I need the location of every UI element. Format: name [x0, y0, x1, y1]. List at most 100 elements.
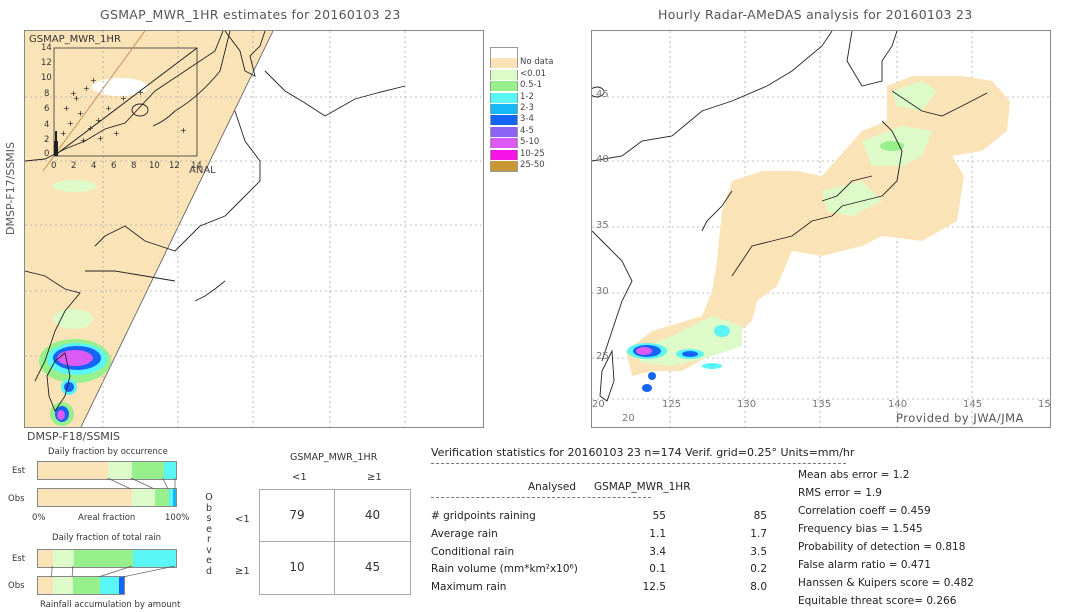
stats-row-model: 3.5: [750, 545, 767, 558]
connector-line: [71, 566, 74, 577]
left-map-title: GSMAP_MWR_1HR estimates for 20160103 23: [100, 7, 401, 22]
occurrence-x-right: 100%: [165, 513, 190, 523]
inset-x-tick: 2: [71, 161, 77, 171]
inset-y-tick: 6: [44, 104, 50, 114]
inset-y-tick: 0: [44, 149, 50, 159]
legend-swatch: [490, 115, 518, 126]
svg-text:+: +: [67, 119, 74, 128]
legend-label: 1-2: [520, 91, 534, 102]
lat-label-bottom: 20: [622, 413, 635, 424]
contingency-cell-hit: 45: [364, 560, 381, 574]
total-rain-obs-bar: [37, 576, 125, 595]
header-divider: [431, 463, 846, 464]
total-rain-obs-segment: [73, 577, 100, 594]
side-label-letter: r: [207, 534, 211, 545]
lon-label-145: 145: [963, 399, 983, 410]
contingency-cell-hit-none: 79: [289, 508, 305, 522]
connector-line: [51, 566, 53, 577]
contingency-row-label-lt1: <1: [235, 514, 250, 525]
score-item: RMS error = 1.9: [798, 487, 882, 499]
inset-x-tick: 6: [111, 161, 117, 171]
legend-label: 25-50: [520, 160, 545, 170]
inset-y-tick: 4: [44, 120, 50, 130]
svg-text:+: +: [83, 84, 90, 93]
connector-line: [107, 478, 131, 489]
legend-label: 3-4: [520, 114, 534, 125]
total-rain-obs-segment: [99, 577, 120, 594]
occurrence-est-segment: [38, 462, 109, 479]
stats-row-model: 8.0: [750, 581, 767, 594]
score-item: Hanssen & Kuipers score = 0.482: [798, 577, 974, 589]
connector-line: [122, 566, 176, 577]
lat-label-25: 25: [596, 351, 609, 362]
col-header-model: GSMAP_MWR_1HR: [594, 481, 691, 493]
side-label-letter: s: [206, 513, 212, 524]
contingency-col-label-ge1: ≥1: [367, 472, 382, 483]
legend-swatch: [490, 126, 518, 137]
stats-row-analysed: 12.5: [642, 581, 666, 594]
inset-x-tick: 0: [51, 161, 57, 171]
score-item: Equitable threat score= 0.266: [798, 595, 957, 607]
svg-text:+: +: [77, 109, 84, 118]
verification-header: Verification statistics for 20160103 23 …: [431, 446, 855, 459]
total-rain-est-segment: [53, 550, 74, 567]
total-rain-est-segment: [133, 550, 176, 567]
inset-y-tick: 14: [41, 43, 52, 53]
svg-text:+: +: [80, 136, 87, 145]
occurrence-obs-segment: [131, 489, 156, 506]
stats-row-analysed: 55: [652, 510, 666, 522]
occurrence-est-segment: [163, 462, 176, 479]
col-header-analysed: Analysed: [528, 481, 576, 493]
svg-text:+: +: [95, 116, 102, 125]
inset-x-tick: 4: [91, 161, 97, 171]
total-rain-bottom-label: Rainfall accumulation by amount: [40, 600, 181, 610]
left-map-y-label: DMSP-F17/SSMIS: [4, 141, 17, 235]
svg-text:+: +: [137, 88, 144, 97]
legend-swatch: [490, 161, 518, 172]
svg-text:+: +: [120, 94, 127, 103]
legend-label: 0.5-1: [520, 80, 542, 91]
occurrence-connectors: [107, 478, 176, 489]
contingency-cell-miss: 10: [289, 560, 305, 574]
stats-row-label: Rain volume (mm*km²x10⁶): [431, 563, 578, 576]
legend-label: <0.01: [520, 68, 547, 79]
contingency-row-label-ge1: ≥1: [235, 566, 250, 577]
legend-swatch: [490, 104, 518, 114]
total-rain-connectors: [51, 566, 176, 577]
legend-swatch: [490, 69, 518, 80]
score-item: Mean abs error = 1.2: [798, 469, 910, 481]
score-item: Frequency bias = 1.545: [798, 523, 923, 535]
score-item: Probability of detection = 0.818: [798, 541, 966, 553]
lat-label-30: 30: [596, 286, 609, 297]
occurrence-obs-segment: [155, 489, 170, 506]
left-map-canvas: + + + + + + + + + + + + + + + + +: [25, 31, 483, 427]
inset-y-tick: 12: [41, 58, 52, 68]
lat-label-40: 40: [596, 154, 609, 165]
side-label-letter: e: [206, 555, 212, 566]
legend-label: 2-3: [520, 103, 534, 113]
stats-row-label: Maximum rain: [431, 581, 507, 594]
svg-text:+: +: [70, 89, 77, 98]
contingency-side-label: Observed: [204, 492, 214, 577]
lon-label-140: 140: [888, 399, 908, 410]
occurrence-x-label: Areal fraction: [78, 513, 136, 523]
inset-x-ticks: 0 2 4 6 8 10 12 14: [51, 161, 211, 173]
score-item: False alarm ratio = 0.471: [798, 559, 931, 571]
inset-y-tick: 8: [44, 89, 50, 99]
total-rain-chart-title: Daily fraction of total rain: [52, 533, 162, 543]
occurrence-x-left: 0%: [32, 513, 46, 523]
svg-text:+: +: [113, 129, 120, 138]
legend-swatch: [490, 58, 518, 69]
occurrence-chart-title: Daily fraction by occurrence: [48, 447, 168, 457]
inset-x-tick: 8: [131, 161, 137, 171]
side-label-letter: d: [205, 565, 213, 577]
column-divider: [431, 497, 651, 498]
left-map: + + + + + + + + + + + + + + + + + GSMAP_…: [24, 30, 484, 428]
svg-text:+: +: [180, 126, 187, 135]
legend-label: No data: [520, 57, 554, 68]
stats-row-label: # gridpoints raining: [431, 510, 536, 522]
legend-swatch: [490, 47, 518, 58]
legend-swatch: [490, 138, 518, 149]
occurrence-obs-segment: [38, 489, 132, 506]
stats-row-model: 0.2: [750, 563, 767, 576]
